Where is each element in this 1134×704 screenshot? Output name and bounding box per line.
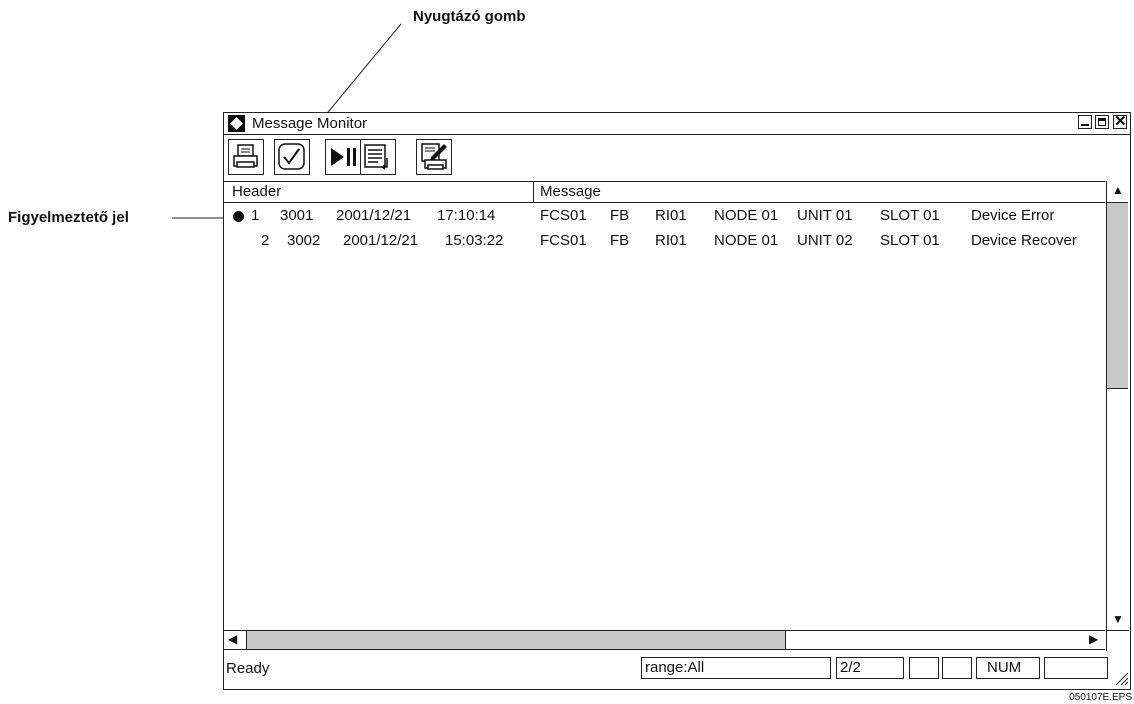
print-edit-icon xyxy=(421,143,447,170)
warning-mark-callout: Figyelmeztető jel xyxy=(8,209,129,226)
check-icon xyxy=(278,143,305,170)
node-id: NODE 01 xyxy=(714,207,779,224)
message-text: Device Error xyxy=(971,207,1055,224)
function-type: FB xyxy=(610,232,630,249)
horizontal-scroll-thumb[interactable] xyxy=(246,631,786,649)
message-row[interactable]: 2 3002 2001/12/21 15:03:22 FCS01 FB RI01… xyxy=(224,232,1105,254)
header-column[interactable]: Header xyxy=(232,183,281,200)
vertical-scroll-thumb[interactable] xyxy=(1107,202,1128,389)
window-title: Message Monitor xyxy=(252,115,368,132)
close-button[interactable]: ✕ xyxy=(1113,114,1127,129)
vertical-scrollbar[interactable]: ▲ ▼ xyxy=(1106,181,1129,630)
num-lock-field: NUM xyxy=(976,657,1040,679)
unit-id: UNIT 01 xyxy=(797,207,853,224)
app-icon[interactable] xyxy=(228,115,245,132)
range-field: range:All xyxy=(641,657,831,679)
message-text: Device Recover xyxy=(971,232,1077,249)
horizontal-scrollbar[interactable]: ◀ ▶ xyxy=(224,630,1105,650)
slot-id: SLOT 01 xyxy=(880,207,940,224)
minimize-button[interactable] xyxy=(1078,115,1092,129)
row-number: 1 xyxy=(251,207,260,224)
warning-bullet-icon xyxy=(233,211,244,222)
slot-id: SLOT 01 xyxy=(880,232,940,249)
toolbar xyxy=(224,135,1130,181)
rio-bus: RI01 xyxy=(655,207,687,224)
status-empty-field xyxy=(1044,657,1108,679)
ack-button-callout: Nyugtázó gomb xyxy=(413,8,526,25)
message-time: 17:10:14 xyxy=(437,207,496,224)
station-name: FCS01 xyxy=(540,232,587,249)
list-header: Header Message xyxy=(224,181,1105,203)
message-date: 2001/12/21 xyxy=(336,207,412,224)
page-field: 2/2 xyxy=(836,657,904,679)
function-type: FB xyxy=(610,207,630,224)
acknowledge-button[interactable] xyxy=(274,139,310,175)
scroll-left-icon[interactable]: ◀ xyxy=(228,632,237,646)
maximize-button[interactable] xyxy=(1095,115,1109,129)
figure-id: 050107E.EPS xyxy=(1069,692,1132,703)
title-bar[interactable]: Message Monitor ✕ xyxy=(224,113,1130,135)
printer-icon xyxy=(233,144,258,168)
resize-grip-icon[interactable] xyxy=(1113,670,1129,686)
status-text: Ready xyxy=(226,660,270,677)
play-pause-icon xyxy=(331,148,356,166)
list-scroll-icon xyxy=(364,144,388,170)
message-list: 1 3001 2001/12/21 17:10:14 FCS01 FB RI01… xyxy=(224,202,1105,630)
message-monitor-window: Message Monitor ✕ Header Message 1 3001 … xyxy=(223,112,1131,690)
print-button[interactable] xyxy=(228,139,264,175)
row-number: 2 xyxy=(261,232,270,249)
message-date: 2001/12/21 xyxy=(343,232,419,249)
scroll-down-icon[interactable]: ▼ xyxy=(1112,612,1124,626)
column-divider[interactable] xyxy=(533,182,534,202)
play-pause-button[interactable] xyxy=(325,139,361,175)
message-column[interactable]: Message xyxy=(540,183,601,200)
message-code: 3002 xyxy=(287,232,321,249)
station-name: FCS01 xyxy=(540,207,587,224)
status-empty-field xyxy=(942,657,972,679)
message-row[interactable]: 1 3001 2001/12/21 17:10:14 FCS01 FB RI01… xyxy=(224,207,1105,229)
rio-bus: RI01 xyxy=(655,232,687,249)
message-code: 3001 xyxy=(280,207,314,224)
status-bar: Ready range:All 2/2 NUM xyxy=(224,650,1130,688)
scroll-list-button[interactable] xyxy=(360,139,396,175)
print-edit-button[interactable] xyxy=(416,139,452,175)
scroll-right-icon[interactable]: ▶ xyxy=(1089,632,1098,646)
scroll-up-icon[interactable]: ▲ xyxy=(1112,183,1124,197)
unit-id: UNIT 02 xyxy=(797,232,853,249)
scrollbar-corner xyxy=(1106,630,1129,651)
message-time: 15:03:22 xyxy=(445,232,504,249)
node-id: NODE 01 xyxy=(714,232,779,249)
status-empty-field xyxy=(909,657,939,679)
